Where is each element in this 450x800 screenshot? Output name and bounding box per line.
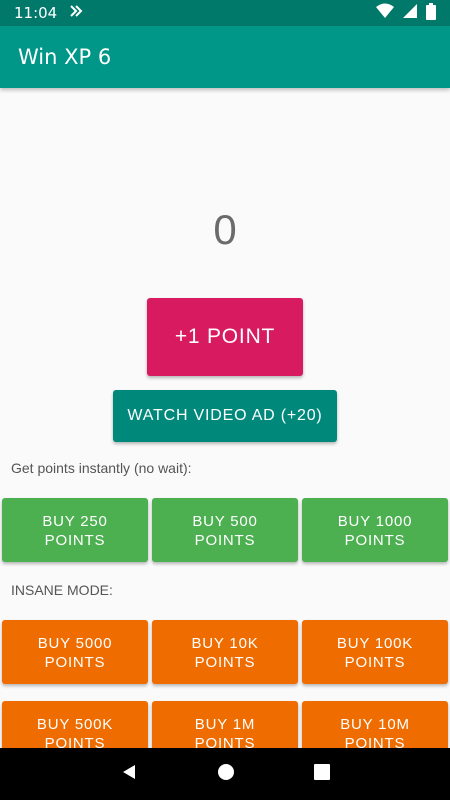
button-line: POINTS (44, 532, 106, 549)
insane-mode-label: INSANE MODE: (11, 582, 113, 598)
signal-icon (402, 3, 418, 23)
buy-100k-button[interactable]: BUY 100K POINTS (302, 620, 448, 684)
buy-10k-button[interactable]: BUY 10K POINTS (152, 620, 298, 684)
status-bar: 11:04 (0, 0, 450, 26)
button-line: BUY 10M (340, 716, 410, 733)
button-line: BUY 1000 (337, 513, 413, 530)
main-content: 0 +1 POINT WATCH VIDEO AD (+20) Get poin… (0, 88, 450, 765)
button-line: BUY 100K (336, 635, 414, 652)
points-counter: 0 (213, 206, 237, 253)
notification-icon (69, 3, 85, 23)
app-bar: Win XP 6 (0, 26, 450, 88)
button-line: BUY 500 (192, 513, 258, 530)
recents-icon[interactable] (314, 764, 331, 784)
battery-icon (426, 2, 436, 24)
button-line: BUY 250 (42, 513, 108, 530)
status-time: 11:04 (14, 4, 58, 22)
buy-250-button[interactable]: BUY 250 POINTS (2, 498, 148, 562)
add-point-button[interactable]: +1 POINT (147, 298, 303, 376)
wifi-icon (376, 3, 394, 23)
button-line: POINTS (194, 532, 256, 549)
buy-500-button[interactable]: BUY 500 POINTS (152, 498, 298, 562)
app-title: Win XP 6 (18, 45, 112, 69)
button-line: BUY 500K (36, 716, 114, 733)
buy-1000-button[interactable]: BUY 1000 POINTS (302, 498, 448, 562)
button-line: POINTS (344, 654, 406, 671)
button-line: POINTS (44, 654, 106, 671)
button-line: BUY 1M (194, 716, 256, 733)
button-line: POINTS (194, 654, 256, 671)
home-icon[interactable] (217, 763, 235, 785)
watch-video-ad-button[interactable]: WATCH VIDEO AD (+20) (113, 390, 337, 442)
navigation-bar (0, 748, 450, 800)
back-icon[interactable] (120, 763, 138, 785)
button-line: BUY 5000 (37, 635, 113, 652)
instant-points-label: Get points instantly (no wait): (11, 460, 192, 476)
buy-5000-button[interactable]: BUY 5000 POINTS (2, 620, 148, 684)
button-line: POINTS (344, 532, 406, 549)
button-line: BUY 10K (191, 635, 259, 652)
